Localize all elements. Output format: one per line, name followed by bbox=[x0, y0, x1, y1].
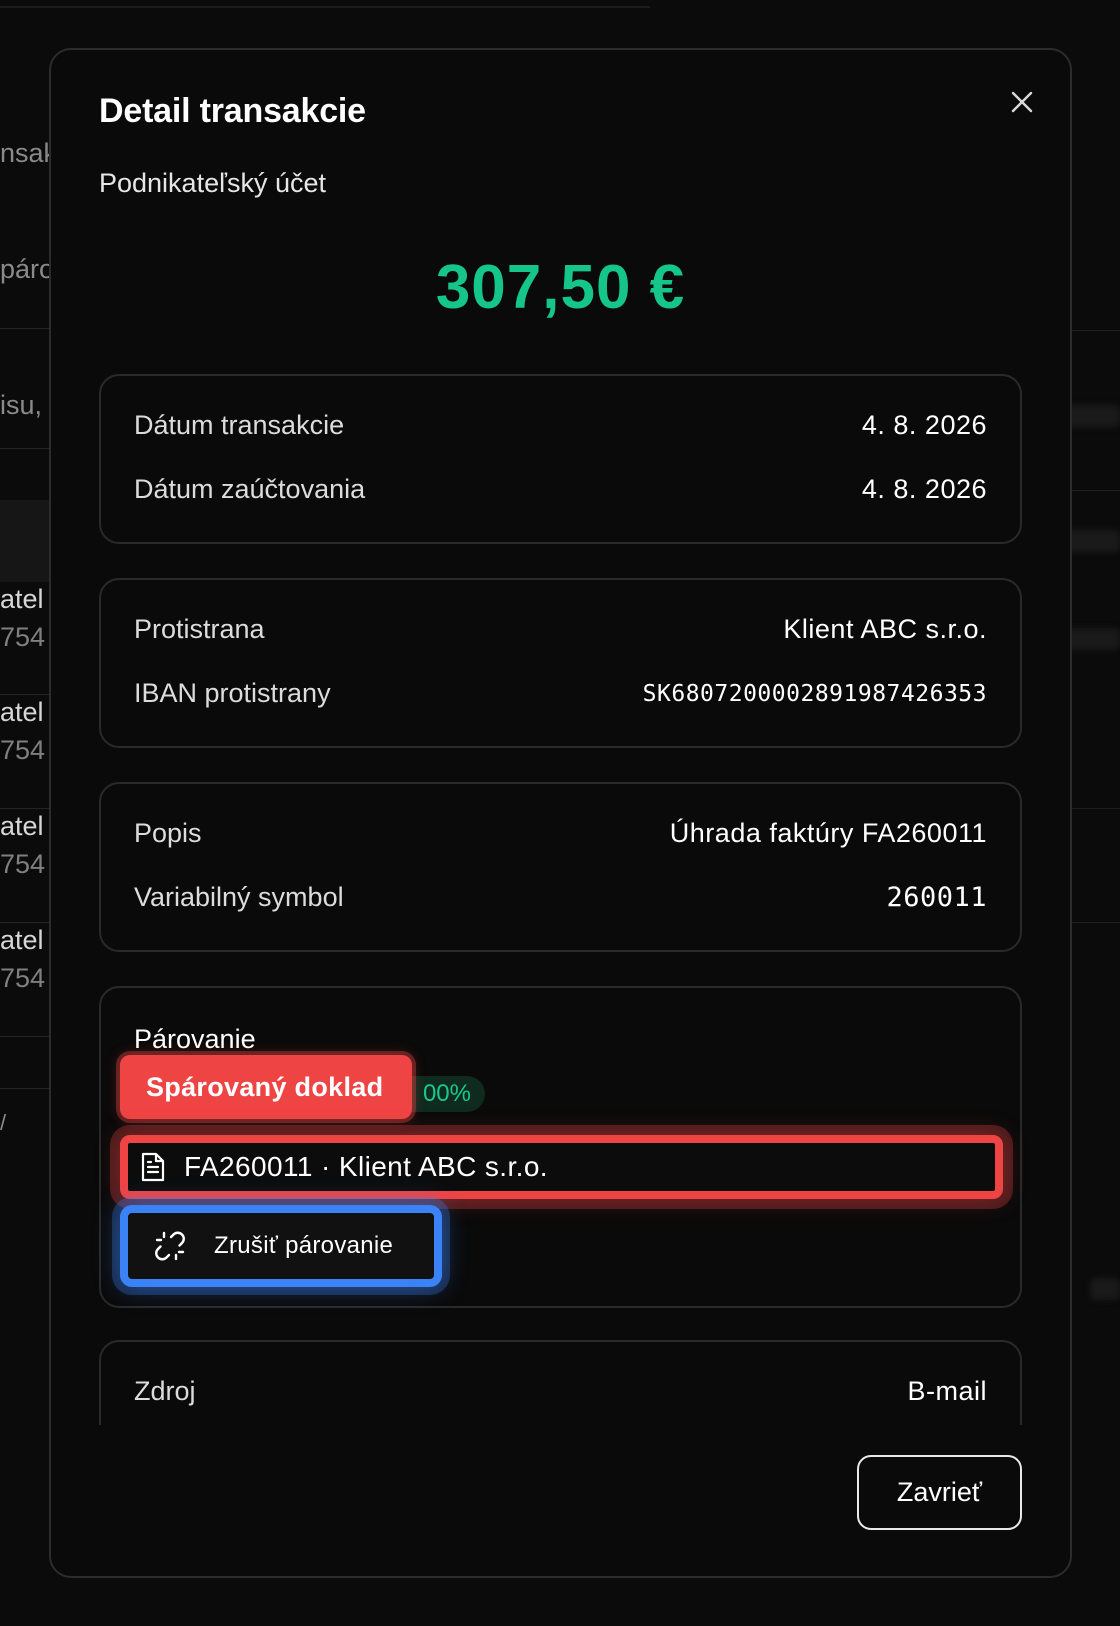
transaction-amount: 307,50 € bbox=[435, 253, 686, 322]
matched-document-tag: Spárovaný doklad bbox=[120, 1055, 412, 1119]
modal-scroll-area: Zdroj B-mail bbox=[99, 1340, 1022, 1425]
iban-value: SK6807200002891987426353 bbox=[642, 680, 987, 707]
iban-label: IBAN protistrany bbox=[134, 678, 331, 708]
paired-document-text: FA260011 · Klient ABC s.r.o. bbox=[184, 1151, 548, 1182]
unlink-icon bbox=[155, 1231, 185, 1261]
background-row-number: 754 bbox=[0, 963, 46, 993]
background-row-number: 754 bbox=[0, 735, 46, 765]
description-card: Popis Úhrada faktúry FA260011 Variabilný… bbox=[99, 782, 1022, 952]
background-row-name: atel bbox=[0, 584, 44, 614]
posting-date-value: 4. 8. 2026 bbox=[861, 474, 987, 504]
transaction-date-label: Dátum transakcie bbox=[134, 410, 345, 440]
variable-symbol-value: 260011 bbox=[886, 882, 987, 913]
source-card: Zdroj B-mail bbox=[99, 1340, 1022, 1425]
variable-symbol-label: Variabilný symbol bbox=[134, 882, 344, 912]
background-row-name: atel bbox=[0, 925, 44, 955]
background-blurred-text bbox=[1090, 1278, 1120, 1300]
background-row-number: 754 bbox=[0, 849, 46, 879]
counterparty-label: Protistrana bbox=[134, 614, 265, 644]
counterparty-value: Klient ABC s.r.o. bbox=[783, 614, 987, 644]
description-value: Úhrada faktúry FA260011 bbox=[669, 818, 987, 848]
description-row: Popis Úhrada faktúry FA260011 bbox=[134, 818, 987, 849]
background-text: páro bbox=[0, 254, 55, 284]
background-row-number: 754 bbox=[0, 622, 46, 652]
paired-document-link[interactable]: FA260011 · Klient ABC s.r.o. bbox=[120, 1135, 1003, 1199]
background-row-name: atel bbox=[0, 811, 44, 841]
close-modal-button[interactable]: Zavrieť bbox=[857, 1455, 1022, 1530]
background-divider bbox=[0, 6, 650, 8]
source-label: Zdroj bbox=[134, 1376, 196, 1406]
background-row-name: atel bbox=[0, 697, 44, 727]
counterparty-row: Protistrana Klient ABC s.r.o. bbox=[134, 614, 987, 645]
unpair-button[interactable]: Zrušiť párovanie bbox=[120, 1205, 442, 1287]
account-name: Podnikateľský účet bbox=[99, 168, 326, 198]
document-icon bbox=[141, 1152, 165, 1182]
unpair-button-label: Zrušiť párovanie bbox=[214, 1232, 394, 1259]
close-icon bbox=[1011, 91, 1033, 113]
description-label: Popis bbox=[134, 818, 202, 848]
background-text: / bbox=[0, 1110, 7, 1135]
iban-row: IBAN protistrany SK680720000289198742635… bbox=[134, 678, 987, 709]
dates-card: Dátum transakcie 4. 8. 2026 Dátum zaúčto… bbox=[99, 374, 1022, 544]
background-search-placeholder: isu, bbox=[0, 390, 43, 420]
variable-symbol-row: Variabilný symbol 260011 bbox=[134, 882, 987, 913]
transaction-date-row: Dátum transakcie 4. 8. 2026 bbox=[134, 410, 987, 441]
modal-title: Detail transakcie bbox=[99, 92, 366, 130]
source-value: B-mail bbox=[907, 1376, 987, 1406]
close-button[interactable] bbox=[1000, 80, 1044, 124]
counterparty-card: Protistrana Klient ABC s.r.o. IBAN proti… bbox=[99, 578, 1022, 748]
posting-date-label: Dátum zaúčtovania bbox=[134, 474, 366, 504]
transaction-date-value: 4. 8. 2026 bbox=[861, 410, 987, 440]
source-row: Zdroj B-mail bbox=[134, 1376, 987, 1407]
posting-date-row: Dátum zaúčtovania 4. 8. 2026 bbox=[134, 474, 987, 505]
pairing-title: Párovanie bbox=[134, 1024, 256, 1054]
